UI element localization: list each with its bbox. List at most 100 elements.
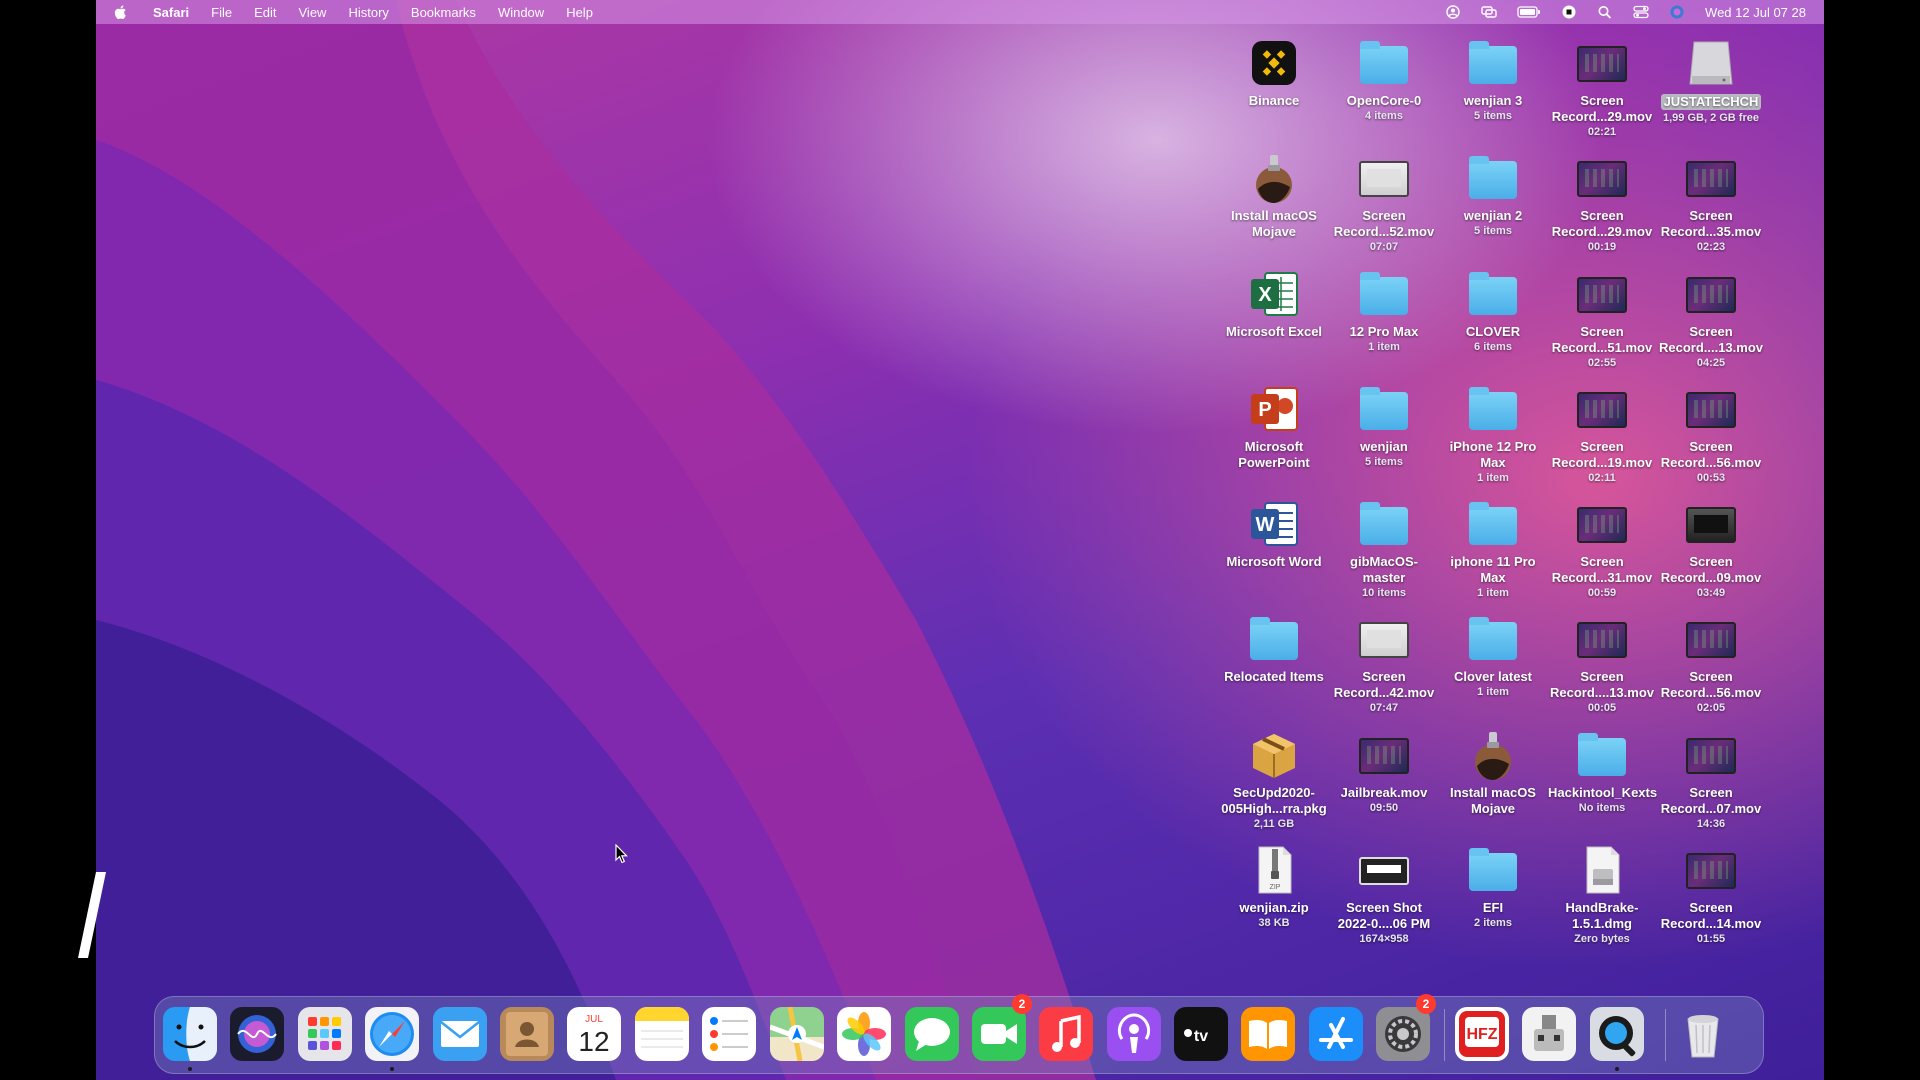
control-center-icon[interactable] [1633, 5, 1649, 19]
dmg-icon [1575, 843, 1629, 897]
desktop-item-col1-2[interactable]: X Microsoft Excel [1220, 267, 1328, 340]
dock-photos-icon[interactable] [837, 1007, 891, 1061]
dock-finder-icon[interactable] [163, 1007, 217, 1061]
desktop-item-col3-5[interactable]: Clover latest 1 item [1439, 612, 1547, 699]
desktop-item-col2-1[interactable]: Screen Record...52.mov 07:07 [1330, 151, 1438, 254]
user-switch-icon[interactable] [1445, 5, 1461, 19]
desktop-item-col4-3[interactable]: Screen Record...19.mov 02:11 [1548, 382, 1656, 485]
spotlight-search-icon[interactable] [1597, 5, 1613, 19]
dock-usb-tool-icon[interactable] [1522, 1007, 1576, 1061]
desktop-item-col4-6[interactable]: Hackintool_Kexts No items [1548, 728, 1657, 815]
menu-bar: Safari File Edit View History Bookmarks … [96, 0, 1824, 24]
dock-reminders-icon[interactable] [702, 1007, 756, 1061]
desktop-item-col4-5[interactable]: Screen Record....13.mov 00:05 [1548, 612, 1656, 715]
desktop-item-info: 5 items [1474, 225, 1512, 237]
desktop-item-col3-6[interactable]: Install macOS Mojave [1439, 728, 1547, 817]
folder-icon [1466, 843, 1520, 897]
desktop-item-col3-0[interactable]: wenjian 3 5 items [1439, 36, 1547, 123]
screen-mirroring-icon[interactable] [1481, 5, 1497, 19]
desktop-item-col2-3[interactable]: wenjian 5 items [1330, 382, 1438, 469]
desktop-item-col1-1[interactable]: Install macOS Mojave [1220, 151, 1328, 240]
desktop-item-col1-7[interactable]: ZIP wenjian.zip 38 KB [1220, 843, 1328, 930]
desktop-item-col3-3[interactable]: iPhone 12 Pro Max 1 item [1439, 382, 1547, 485]
desktop-item-col1-5[interactable]: Relocated Items [1220, 612, 1328, 685]
dock-notes-icon[interactable] [635, 1007, 689, 1061]
record-stop-icon[interactable] [1561, 5, 1577, 19]
dock-activator-icon[interactable]: HFZ [1455, 1007, 1509, 1061]
desktop-item-col5-4[interactable]: Screen Record...09.mov 03:49 [1657, 497, 1765, 600]
dock-app-store-icon[interactable] [1309, 1007, 1363, 1061]
desktop-item-col3-2[interactable]: CLOVER 6 items [1439, 267, 1547, 354]
desktop-item-col5-1[interactable]: Screen Record...35.mov 02:23 [1657, 151, 1765, 254]
desktop-item-col5-0[interactable]: JUSTATECHCH 1,99 GB, 2 GB free [1657, 36, 1765, 125]
desktop-item-col2-7[interactable]: Screen Shot 2022-0....06 PM 1674×958 [1330, 843, 1438, 946]
menu-edit[interactable]: Edit [243, 5, 287, 20]
menu-window[interactable]: Window [487, 5, 555, 20]
desktop-item-col1-6[interactable]: SecUpd2020-005High...rra.pkg 2,11 GB [1220, 728, 1328, 831]
dock-mail-icon[interactable] [433, 1007, 487, 1061]
svg-text:ZIP: ZIP [1270, 884, 1281, 891]
word-icon: W [1247, 497, 1301, 551]
desktop-item-col3-4[interactable]: iphone 11 Pro Max 1 item [1439, 497, 1547, 600]
dock-system-preferences-icon[interactable] [1376, 1007, 1430, 1061]
desktop-item-col4-2[interactable]: Screen Record...51.mov 02:55 [1548, 267, 1656, 370]
desktop-item-info: 5 items [1365, 456, 1403, 468]
dock-podcasts-icon[interactable] [1107, 1007, 1161, 1061]
menu-app-safari[interactable]: Safari [142, 5, 200, 20]
dock-safari-icon[interactable] [365, 1007, 419, 1061]
desktop-item-col5-5[interactable]: Screen Record...56.mov 02:05 [1657, 612, 1765, 715]
desktop-item-col3-1[interactable]: wenjian 2 5 items [1439, 151, 1547, 238]
facetime-badge: 2 [1012, 994, 1032, 1014]
menu-view[interactable]: View [288, 5, 338, 20]
desktop-item-col1-3[interactable]: P Microsoft PowerPoint [1220, 382, 1328, 471]
dock-siri-icon[interactable] [230, 1007, 284, 1061]
desktop-item-info: 1 item [1477, 587, 1509, 599]
desktop-item-col4-4[interactable]: Screen Record...31.mov 00:59 [1548, 497, 1656, 600]
desktop-item-label: Screen Record...51.mov [1551, 324, 1653, 355]
desktop-item-col2-4[interactable]: gibMacOS-master 10 items [1330, 497, 1438, 600]
desktop-item-label: Screen Record...56.mov [1660, 439, 1762, 470]
dock-quicktime-icon[interactable] [1590, 1007, 1644, 1061]
desktop-item-col4-1[interactable]: Screen Record...29.mov 00:19 [1548, 151, 1656, 254]
desktop-item-info: 2,11 GB [1253, 818, 1295, 830]
folder-icon [1466, 267, 1520, 321]
dock-facetime-icon[interactable] [972, 1007, 1026, 1061]
dock-apple-tv-icon[interactable]: tv [1174, 1007, 1228, 1061]
desktop-item-col2-6[interactable]: Jailbreak.mov 09:50 [1330, 728, 1438, 815]
dock-contacts-icon[interactable] [500, 1007, 554, 1061]
menu-help[interactable]: Help [555, 5, 604, 20]
dock-calendar-icon[interactable]: JUL 12 [567, 1007, 621, 1061]
desktop-item-col1-4[interactable]: W Microsoft Word [1220, 497, 1328, 570]
menu-bookmarks[interactable]: Bookmarks [400, 5, 487, 20]
desktop-item-col5-7[interactable]: Screen Record...14.mov 01:55 [1657, 843, 1765, 946]
folder-icon [1575, 728, 1629, 782]
dock-music-icon[interactable] [1039, 1007, 1093, 1061]
dock-launchpad-icon[interactable] [298, 1007, 352, 1061]
desktop-item-col4-0[interactable]: Screen Record...29.mov 02:21 [1548, 36, 1656, 139]
desktop-item-col4-7[interactable]: HandBrake-1.5.1.dmg Zero bytes [1548, 843, 1656, 946]
desktop-item-col2-2[interactable]: 12 Pro Max 1 item [1330, 267, 1438, 354]
desktop-item-label: Install macOS Mojave [1450, 785, 1536, 816]
desktop-item-col3-7[interactable]: EFI 2 items [1439, 843, 1547, 930]
desktop-item-col2-5[interactable]: Screen Record...42.mov 07:47 [1330, 612, 1438, 715]
video-thumbnail-icon [1357, 728, 1411, 782]
dock-books-icon[interactable] [1241, 1007, 1295, 1061]
dock-trash-icon[interactable] [1676, 1007, 1730, 1061]
desktop-item-info: 10 items [1361, 587, 1407, 599]
menu-history[interactable]: History [337, 5, 399, 20]
desktop-item-label: Screen Record...56.mov [1660, 669, 1762, 700]
video-thumbnail-icon [1684, 843, 1738, 897]
dock-messages-icon[interactable] [905, 1007, 959, 1061]
siri-menu-icon[interactable] [1669, 5, 1685, 19]
desktop-item-col2-0[interactable]: OpenCore-0 4 items [1330, 36, 1438, 123]
apple-menu-icon[interactable] [114, 4, 128, 20]
menubar-clock[interactable]: Wed 12 Jul 07 28 [1705, 5, 1806, 20]
desktop-item-label: Screen Record...09.mov [1660, 554, 1762, 585]
desktop-item-col5-3[interactable]: Screen Record...56.mov 00:53 [1657, 382, 1765, 485]
desktop-item-col5-2[interactable]: Screen Record....13.mov 04:25 [1657, 267, 1765, 370]
menu-file[interactable]: File [200, 5, 243, 20]
dock-maps-icon[interactable] [770, 1007, 824, 1061]
battery-icon[interactable] [1517, 5, 1541, 19]
desktop-item-col5-6[interactable]: Screen Record...07.mov 14:36 [1657, 728, 1765, 831]
desktop-item-col1-0[interactable]: Binance [1220, 36, 1328, 109]
